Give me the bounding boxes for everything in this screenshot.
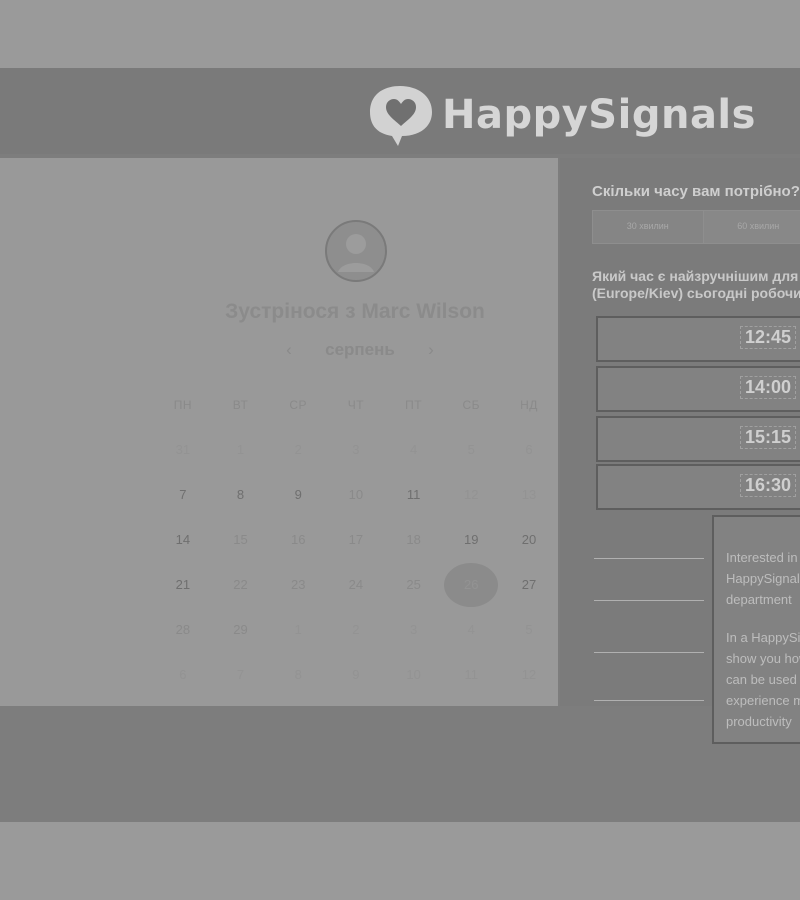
weekday-label: ЧТ: [347, 397, 365, 412]
calendar-day[interactable]: 11: [385, 487, 443, 502]
weekday-label: ВТ: [232, 397, 249, 412]
month-navigator: ‹ серпень ›: [280, 338, 440, 362]
calendar-day[interactable]: 18: [385, 532, 443, 547]
calendar-day: 3: [409, 622, 418, 637]
calendar-day[interactable]: 8: [212, 487, 270, 502]
prev-month-icon[interactable]: ‹: [280, 340, 298, 360]
calendar-day: 4: [409, 442, 418, 457]
time-slot-label: 14:00: [739, 376, 796, 399]
duration-question: Скільки часу вам потрібно?: [592, 183, 800, 200]
calendar-day: 12: [521, 667, 537, 682]
popover-line: HappySignals: [726, 571, 800, 586]
weekday-label: СБ: [462, 397, 481, 412]
calendar-day: 13: [521, 487, 537, 502]
time-slot-button[interactable]: 12:45: [596, 316, 800, 362]
calendar-day[interactable]: 23: [269, 577, 327, 592]
calendar-day[interactable]: 16: [269, 532, 327, 547]
weekday-header: ПН ВТ СР ЧТ ПТ СБ НД: [154, 382, 558, 427]
calendar-day: 6: [525, 442, 533, 457]
calendar-day[interactable]: 9: [269, 487, 327, 502]
calendar-day: 12: [464, 487, 479, 502]
calendar-week: 7 8 9 10 11 12 13: [154, 472, 558, 517]
calendar-day[interactable]: 28: [154, 622, 212, 637]
calendar-day[interactable]: 15: [212, 532, 270, 547]
divider: [594, 558, 704, 559]
calendar-day[interactable]: 7: [154, 487, 212, 502]
calendar-day: 2: [294, 442, 302, 457]
calendar-day[interactable]: 14: [154, 532, 212, 547]
weekday-label: ПН: [173, 397, 192, 412]
next-month-icon[interactable]: ›: [422, 340, 440, 360]
calendar-day[interactable]: 29: [212, 622, 270, 637]
time-slot-button[interactable]: 14:00: [596, 366, 800, 412]
popover-line: show you how: [726, 651, 800, 666]
calendar-grid: ПН ВТ СР ЧТ ПТ СБ НД 31 1 2 3 4 5 6 7 8 …: [154, 382, 558, 697]
brand-logo[interactable]: HappySignals: [362, 82, 762, 148]
calendar-day: 6: [179, 667, 187, 682]
duration-selector: 30 хвилин 60 хвилин: [592, 210, 800, 244]
time-question: Який час є найзручнішим для (Europe/Kiev…: [592, 268, 800, 302]
month-label: серпень: [325, 340, 395, 359]
calendar-day: 31: [175, 442, 191, 457]
calendar-day: 3: [352, 442, 360, 457]
popover-line: productivity: [726, 714, 792, 729]
calendar-day[interactable]: 10: [327, 487, 385, 502]
calendar-day: 10: [406, 667, 421, 682]
time-question-line: (Europe/Kiev) сьогодні робочий: [592, 285, 800, 301]
calendar-day: 8: [294, 667, 302, 682]
time-slot-button[interactable]: 15:15: [596, 416, 800, 462]
calendar-week: 28 29 1 2 3 4 5: [154, 607, 558, 652]
calendar-day[interactable]: 20: [500, 532, 558, 547]
popover-line: In a HappySi: [726, 630, 800, 645]
info-popover: Interested in HappySignals department In…: [712, 515, 800, 744]
popover-paragraph: In a HappySi show you how can be used ex…: [726, 627, 800, 732]
time-slot-button[interactable]: 16:30: [596, 464, 800, 510]
host-avatar: [316, 220, 396, 282]
weekday-label: ПТ: [405, 397, 423, 412]
calendar-day: 5: [467, 442, 475, 457]
calendar-day[interactable]: 22: [212, 577, 270, 592]
time-slot-label: 12:45: [739, 326, 796, 349]
popover-line: department: [726, 592, 792, 607]
weekday-label: НД: [520, 397, 538, 412]
calendar-day: 1: [236, 442, 245, 457]
calendar-day: 5: [525, 622, 533, 637]
calendar-week: 31 1 2 3 4 5 6: [154, 427, 558, 472]
time-slot-label: 16:30: [739, 474, 796, 497]
calendar-week: 21 22 23 24 25 26 27: [154, 562, 558, 607]
selected-day-label: 26: [444, 562, 499, 607]
duration-option-60[interactable]: 60 хвилин: [702, 211, 800, 243]
calendar-day: 4: [467, 622, 475, 637]
time-question-line: Який час є найзручнішим для: [592, 268, 799, 284]
calendar-day[interactable]: 19: [442, 532, 500, 547]
meeting-title: Зустрінося з Marc Wilson: [225, 300, 485, 323]
calendar-week: 14 15 16 17 18 19 20: [154, 517, 558, 562]
calendar-day[interactable]: 27: [500, 577, 558, 592]
calendar-day: 7: [236, 667, 245, 682]
divider: [594, 700, 704, 701]
time-slot-label: 15:15: [739, 426, 796, 449]
calendar-day[interactable]: 24: [327, 577, 385, 592]
popover-line: Interested in: [726, 550, 798, 565]
popover-line: can be used: [726, 672, 797, 687]
brand-name: HappySignals: [442, 92, 756, 138]
popover-paragraph: Interested in HappySignals department: [726, 547, 800, 610]
calendar-day: 9: [352, 667, 360, 682]
duration-option-30[interactable]: 30 хвилин: [593, 211, 703, 243]
divider: [594, 652, 704, 653]
heart-chat-icon: [362, 82, 440, 148]
popover-line: experience ma: [726, 693, 800, 708]
calendar-day-selected[interactable]: 26: [442, 562, 500, 607]
calendar-week: 6 7 8 9 10 11 12: [154, 652, 558, 697]
calendar-day[interactable]: 21: [154, 577, 212, 592]
calendar-day: 2: [352, 622, 360, 637]
calendar-day[interactable]: 17: [327, 532, 385, 547]
calendar-day: 11: [464, 667, 479, 682]
calendar-day[interactable]: 25: [385, 577, 443, 592]
weekday-label: СР: [289, 397, 308, 412]
divider: [594, 600, 704, 601]
calendar-day: 1: [294, 622, 302, 637]
